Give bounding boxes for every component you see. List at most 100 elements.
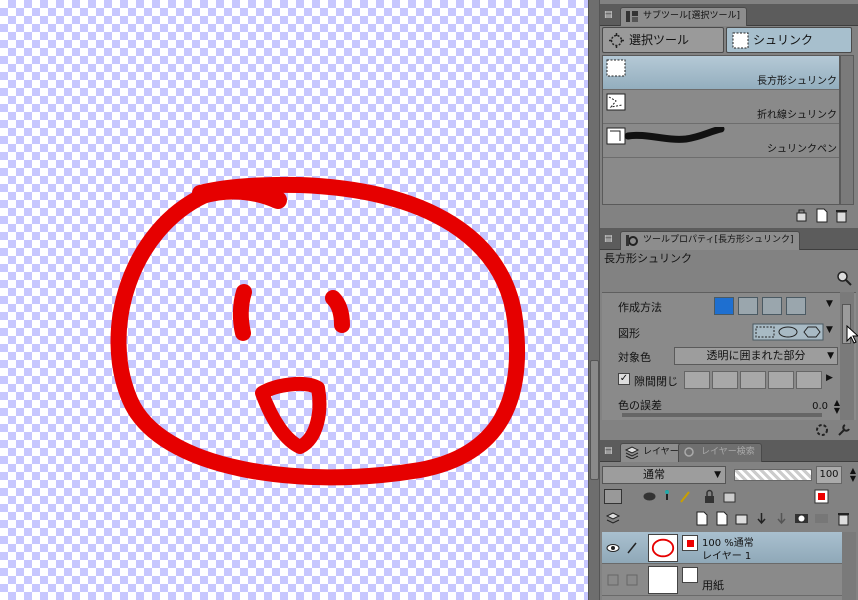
opacity-slider[interactable] (734, 469, 812, 481)
panel-menu-icon[interactable]: ▤ (604, 234, 614, 244)
target-color-value: 透明に囲まれた部分 (706, 349, 806, 362)
toolproperty-tabbar: ▤ ツールプロパティ[長方形シュリンク] (600, 228, 858, 250)
tool-property-scrollbar[interactable] (840, 292, 854, 420)
subtool-item-label: 折れ線シュリンク (757, 110, 837, 121)
layer-thumbnail (648, 566, 678, 594)
tool-property-title: 長方形シュリンク (604, 252, 692, 265)
color-tolerance-slider[interactable] (622, 413, 822, 417)
gap-level-2[interactable] (712, 371, 738, 389)
visibility-toggle-icon[interactable] (606, 573, 620, 587)
lock-icon[interactable] (702, 489, 717, 504)
layer-name: レイヤー 1 (702, 551, 752, 562)
scroll-thumb[interactable] (590, 360, 599, 480)
rect-shrink-icon (606, 59, 626, 77)
draft-icon[interactable] (678, 489, 693, 504)
tab-layer[interactable]: レイヤー (620, 443, 686, 462)
subtool-settings-icon[interactable] (794, 208, 809, 223)
subtool-item-label: 長方形シュリンク (757, 76, 837, 87)
layer-row-layer1[interactable]: 100 %通常 レイヤー 1 (602, 532, 842, 564)
group-tab-selection-label: 選択ツール (629, 33, 690, 47)
color-tolerance-value: 0.0 (812, 401, 828, 412)
shape-label: 図形 (618, 327, 640, 340)
gap-level-5[interactable] (796, 371, 822, 389)
tab-tool-property[interactable]: ツールプロパティ[長方形シュリンク] (620, 231, 801, 250)
opacity-value[interactable]: 100 (816, 466, 842, 484)
method-subtract-selection-icon[interactable] (762, 297, 782, 315)
layer-list: 100 %通常 レイヤー 1 用紙 (602, 532, 842, 600)
pen-icon[interactable] (626, 541, 638, 555)
row-shape: 図形 ▼ (602, 321, 840, 343)
new-raster-layer-icon[interactable] (694, 511, 709, 526)
drawing-canvas[interactable] (0, 0, 588, 600)
tab-subtool[interactable]: サブツール[選択ツール] (620, 7, 748, 26)
gap-close-checkbox[interactable]: ✓ (618, 373, 630, 385)
apply-mask-icon[interactable] (814, 511, 829, 526)
reference-icon[interactable] (660, 489, 675, 504)
row-creation-method: 作成方法 ▼ (602, 295, 840, 317)
merge-down-icon[interactable] (774, 511, 789, 526)
gap-level-1[interactable] (684, 371, 710, 389)
clip-icon[interactable] (642, 489, 657, 504)
blend-mode-select[interactable]: 通常 ▼ (602, 466, 726, 484)
layer-name: 用紙 (702, 579, 724, 592)
mouth (255, 376, 327, 454)
tool-property-tab-label: ツールプロパティ[長方形シュリンク] (643, 235, 794, 245)
layer-mask-icon[interactable] (794, 511, 809, 526)
method-add-selection-icon[interactable] (738, 297, 758, 315)
selection-tool-icon (609, 33, 624, 48)
group-tab-selection[interactable]: 選択ツール (602, 27, 724, 53)
layer-list-scrollbar[interactable] (842, 532, 856, 600)
raster-layer-icon (682, 535, 698, 551)
search-icon[interactable] (836, 270, 852, 286)
layer-row-paper[interactable]: 用紙 (602, 564, 842, 596)
layer-thumbnail-preview (651, 538, 675, 558)
delete-layer-icon[interactable] (836, 511, 851, 526)
new-subtool-icon[interactable] (814, 208, 829, 223)
method-intersect-selection-icon[interactable] (786, 297, 806, 315)
spinner-icon[interactable]: ▲ ▼ (850, 467, 856, 483)
lock-transparency-icon[interactable] (722, 489, 737, 504)
new-vector-layer-icon[interactable] (714, 511, 729, 526)
chevron-down-icon[interactable]: ▼ (826, 299, 833, 309)
subtool-item-shrink-pen[interactable]: シュリンクペン (603, 124, 839, 158)
gap-level-3[interactable] (740, 371, 766, 389)
layer-blend-row: 通常 ▼ 100 ▲ ▼ (602, 464, 856, 486)
shape-options-icons[interactable] (752, 323, 824, 341)
gap-level-4[interactable] (768, 371, 794, 389)
layer-property-icons (602, 486, 856, 508)
panel-menu-icon[interactable]: ▤ (604, 446, 614, 456)
subtool-list-scrollbar[interactable] (840, 55, 854, 205)
layer-color-swatch-icon[interactable] (814, 489, 829, 504)
chevron-down-icon[interactable]: ▼ (826, 325, 833, 335)
chevron-right-icon[interactable]: ▶ (826, 373, 833, 383)
target-color-select[interactable]: 透明に囲まれた部分 ▼ (674, 347, 838, 365)
subtool-item-label: シュリンクペン (767, 144, 837, 155)
chevron-down-icon: ▼ (714, 470, 721, 480)
layer-search-tab-label: レイヤー検索 (701, 447, 755, 457)
layer-tab-label: レイヤー (643, 447, 679, 457)
subtool-toolbar (602, 205, 856, 227)
eye-icon[interactable] (606, 541, 620, 555)
subtool-tab-label: サブツール[選択ツール] (643, 11, 741, 21)
wrench-icon[interactable] (836, 422, 852, 438)
left-eye (232, 284, 252, 341)
new-folder-icon[interactable] (734, 511, 749, 526)
layer-stack-icon[interactable] (606, 511, 621, 526)
panel-menu-icon[interactable]: ▤ (604, 10, 614, 20)
layer-icon (625, 446, 639, 459)
subtool-item-rect-shrink[interactable]: 長方形シュリンク (603, 56, 839, 90)
layer-thumbnail (648, 534, 678, 562)
group-tab-shrink[interactable]: シュリンク (726, 27, 852, 53)
edit-toggle-icon[interactable] (626, 573, 638, 587)
layer-color-icon[interactable] (604, 489, 622, 504)
subtool-item-polyline-shrink[interactable]: 折れ線シュリンク (603, 90, 839, 124)
layer-tabbar: ▤ レイヤー レイヤー検索 (600, 440, 858, 462)
mouse-cursor-icon (846, 325, 858, 344)
canvas-vertical-scrollbar[interactable] (588, 0, 600, 600)
delete-subtool-icon[interactable] (834, 208, 849, 223)
method-new-selection-icon[interactable] (714, 297, 734, 315)
transfer-down-icon[interactable] (754, 511, 769, 526)
chevron-down-icon: ▼ (827, 351, 834, 361)
tab-layer-search[interactable]: レイヤー検索 (678, 443, 762, 462)
gear-icon[interactable] (814, 422, 830, 438)
